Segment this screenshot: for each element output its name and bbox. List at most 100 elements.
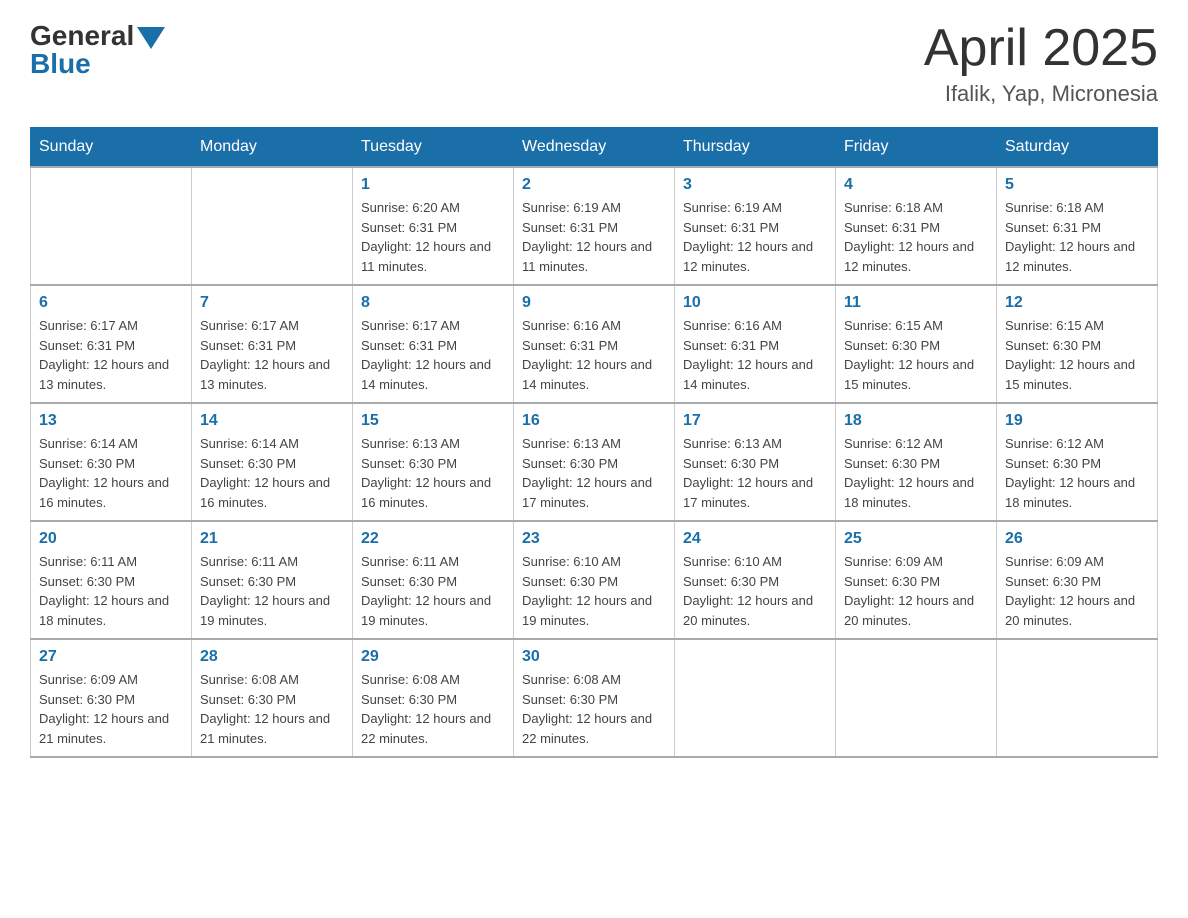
calendar-cell: 27 Sunrise: 6:09 AMSunset: 6:30 PMDayligh… bbox=[31, 639, 192, 757]
day-info: Sunrise: 6:09 AMSunset: 6:30 PMDaylight:… bbox=[844, 552, 988, 630]
day-info: Sunrise: 6:15 AMSunset: 6:30 PMDaylight:… bbox=[1005, 316, 1149, 394]
calendar-cell: 9 Sunrise: 6:16 AMSunset: 6:31 PMDaylight… bbox=[514, 285, 675, 403]
day-number: 30 bbox=[522, 648, 666, 666]
day-info: Sunrise: 6:20 AMSunset: 6:31 PMDaylight:… bbox=[361, 198, 505, 276]
calendar-cell: 3 Sunrise: 6:19 AMSunset: 6:31 PMDaylight… bbox=[675, 167, 836, 285]
day-info: Sunrise: 6:19 AMSunset: 6:31 PMDaylight:… bbox=[683, 198, 827, 276]
day-number: 28 bbox=[200, 648, 344, 666]
day-number: 25 bbox=[844, 530, 988, 548]
calendar-day-header: Monday bbox=[192, 128, 353, 168]
calendar-cell: 6Sunrise: 6:17 AMSunset: 6:31 PMDaylight… bbox=[31, 285, 192, 403]
calendar-cell bbox=[997, 639, 1158, 757]
calendar-day-header: Tuesday bbox=[353, 128, 514, 168]
day-number: 16 bbox=[522, 412, 666, 430]
day-number: 21 bbox=[200, 530, 344, 548]
calendar-cell: 12 Sunrise: 6:15 AMSunset: 6:30 PMDayligh… bbox=[997, 285, 1158, 403]
day-info: Sunrise: 6:13 AMSunset: 6:30 PMDaylight:… bbox=[683, 434, 827, 512]
day-info: Sunrise: 6:08 AMSunset: 6:30 PMDaylight:… bbox=[361, 670, 505, 748]
calendar-cell bbox=[31, 167, 192, 285]
day-info: Sunrise: 6:16 AMSunset: 6:31 PMDaylight:… bbox=[522, 316, 666, 394]
day-info: Sunrise: 6:17 AMSunset: 6:31 PMDaylight:… bbox=[39, 316, 183, 394]
day-number: 27 bbox=[39, 648, 183, 666]
calendar-cell: 23 Sunrise: 6:10 AMSunset: 6:30 PMDayligh… bbox=[514, 521, 675, 639]
calendar-cell: 10 Sunrise: 6:16 AMSunset: 6:31 PMDayligh… bbox=[675, 285, 836, 403]
day-number: 29 bbox=[361, 648, 505, 666]
day-number: 7 bbox=[200, 294, 344, 312]
calendar-table: SundayMondayTuesdayWednesdayThursdayFrid… bbox=[30, 127, 1158, 758]
day-number: 26 bbox=[1005, 530, 1149, 548]
day-info: Sunrise: 6:15 AMSunset: 6:30 PMDaylight:… bbox=[844, 316, 988, 394]
day-info: Sunrise: 6:08 AMSunset: 6:30 PMDaylight:… bbox=[522, 670, 666, 748]
calendar-cell: 18 Sunrise: 6:12 AMSunset: 6:30 PMDayligh… bbox=[836, 403, 997, 521]
calendar-week-row: 6Sunrise: 6:17 AMSunset: 6:31 PMDaylight… bbox=[31, 285, 1158, 403]
day-number: 1 bbox=[361, 176, 505, 194]
day-number: 2 bbox=[522, 176, 666, 194]
day-number: 19 bbox=[1005, 412, 1149, 430]
day-info: Sunrise: 6:14 AMSunset: 6:30 PMDaylight:… bbox=[200, 434, 344, 512]
day-info: Sunrise: 6:11 AMSunset: 6:30 PMDaylight:… bbox=[39, 552, 183, 630]
calendar-week-row: 1 Sunrise: 6:20 AMSunset: 6:31 PMDaylight… bbox=[31, 167, 1158, 285]
calendar-cell bbox=[192, 167, 353, 285]
day-info: Sunrise: 6:08 AMSunset: 6:30 PMDaylight:… bbox=[200, 670, 344, 748]
calendar-cell: 29 Sunrise: 6:08 AMSunset: 6:30 PMDayligh… bbox=[353, 639, 514, 757]
day-info: Sunrise: 6:17 AMSunset: 6:31 PMDaylight:… bbox=[361, 316, 505, 394]
calendar-cell: 16 Sunrise: 6:13 AMSunset: 6:30 PMDayligh… bbox=[514, 403, 675, 521]
day-info: Sunrise: 6:16 AMSunset: 6:31 PMDaylight:… bbox=[683, 316, 827, 394]
day-number: 11 bbox=[844, 294, 988, 312]
calendar-cell bbox=[675, 639, 836, 757]
logo: General Blue bbox=[30, 20, 165, 80]
day-number: 22 bbox=[361, 530, 505, 548]
day-number: 13 bbox=[39, 412, 183, 430]
day-number: 20 bbox=[39, 530, 183, 548]
calendar-cell: 17 Sunrise: 6:13 AMSunset: 6:30 PMDayligh… bbox=[675, 403, 836, 521]
calendar-week-row: 27 Sunrise: 6:09 AMSunset: 6:30 PMDayligh… bbox=[31, 639, 1158, 757]
day-info: Sunrise: 6:19 AMSunset: 6:31 PMDaylight:… bbox=[522, 198, 666, 276]
day-number: 5 bbox=[1005, 176, 1149, 194]
calendar-cell: 25 Sunrise: 6:09 AMSunset: 6:30 PMDayligh… bbox=[836, 521, 997, 639]
calendar-cell: 28 Sunrise: 6:08 AMSunset: 6:30 PMDayligh… bbox=[192, 639, 353, 757]
calendar-day-header: Sunday bbox=[31, 128, 192, 168]
calendar-cell: 7Sunrise: 6:17 AMSunset: 6:31 PMDaylight… bbox=[192, 285, 353, 403]
calendar-header-row: SundayMondayTuesdayWednesdayThursdayFrid… bbox=[31, 128, 1158, 168]
day-number: 15 bbox=[361, 412, 505, 430]
day-info: Sunrise: 6:12 AMSunset: 6:30 PMDaylight:… bbox=[844, 434, 988, 512]
day-info: Sunrise: 6:13 AMSunset: 6:30 PMDaylight:… bbox=[361, 434, 505, 512]
day-number: 3 bbox=[683, 176, 827, 194]
calendar-cell: 19Sunrise: 6:12 AMSunset: 6:30 PMDayligh… bbox=[997, 403, 1158, 521]
calendar-cell: 13 Sunrise: 6:14 AMSunset: 6:30 PMDayligh… bbox=[31, 403, 192, 521]
day-number: 8 bbox=[361, 294, 505, 312]
day-info: Sunrise: 6:18 AMSunset: 6:31 PMDaylight:… bbox=[1005, 198, 1149, 276]
calendar-day-header: Wednesday bbox=[514, 128, 675, 168]
calendar-cell: 11 Sunrise: 6:15 AMSunset: 6:30 PMDayligh… bbox=[836, 285, 997, 403]
day-number: 9 bbox=[522, 294, 666, 312]
logo-arrow-icon bbox=[137, 27, 165, 49]
calendar-cell: 21Sunrise: 6:11 AMSunset: 6:30 PMDayligh… bbox=[192, 521, 353, 639]
day-number: 12 bbox=[1005, 294, 1149, 312]
title-section: April 2025 Ifalik, Yap, Micronesia bbox=[924, 20, 1158, 107]
day-info: Sunrise: 6:14 AMSunset: 6:30 PMDaylight:… bbox=[39, 434, 183, 512]
calendar-cell: 24 Sunrise: 6:10 AMSunset: 6:30 PMDayligh… bbox=[675, 521, 836, 639]
calendar-cell: 26Sunrise: 6:09 AMSunset: 6:30 PMDayligh… bbox=[997, 521, 1158, 639]
calendar-cell: 4Sunrise: 6:18 AMSunset: 6:31 PMDaylight… bbox=[836, 167, 997, 285]
calendar-cell: 20 Sunrise: 6:11 AMSunset: 6:30 PMDayligh… bbox=[31, 521, 192, 639]
calendar-cell: 2 Sunrise: 6:19 AMSunset: 6:31 PMDaylight… bbox=[514, 167, 675, 285]
calendar-day-header: Thursday bbox=[675, 128, 836, 168]
calendar-cell: 14Sunrise: 6:14 AMSunset: 6:30 PMDayligh… bbox=[192, 403, 353, 521]
day-info: Sunrise: 6:10 AMSunset: 6:30 PMDaylight:… bbox=[683, 552, 827, 630]
calendar-week-row: 13 Sunrise: 6:14 AMSunset: 6:30 PMDayligh… bbox=[31, 403, 1158, 521]
location-subtitle: Ifalik, Yap, Micronesia bbox=[924, 81, 1158, 107]
day-info: Sunrise: 6:09 AMSunset: 6:30 PMDaylight:… bbox=[39, 670, 183, 748]
day-number: 17 bbox=[683, 412, 827, 430]
main-title: April 2025 bbox=[924, 20, 1158, 77]
day-number: 10 bbox=[683, 294, 827, 312]
day-number: 24 bbox=[683, 530, 827, 548]
day-info: Sunrise: 6:10 AMSunset: 6:30 PMDaylight:… bbox=[522, 552, 666, 630]
day-info: Sunrise: 6:13 AMSunset: 6:30 PMDaylight:… bbox=[522, 434, 666, 512]
day-number: 18 bbox=[844, 412, 988, 430]
day-info: Sunrise: 6:18 AMSunset: 6:31 PMDaylight:… bbox=[844, 198, 988, 276]
calendar-cell: 30 Sunrise: 6:08 AMSunset: 6:30 PMDayligh… bbox=[514, 639, 675, 757]
calendar-cell: 1 Sunrise: 6:20 AMSunset: 6:31 PMDaylight… bbox=[353, 167, 514, 285]
day-number: 23 bbox=[522, 530, 666, 548]
calendar-cell: 15 Sunrise: 6:13 AMSunset: 6:30 PMDayligh… bbox=[353, 403, 514, 521]
calendar-cell: 8 Sunrise: 6:17 AMSunset: 6:31 PMDaylight… bbox=[353, 285, 514, 403]
